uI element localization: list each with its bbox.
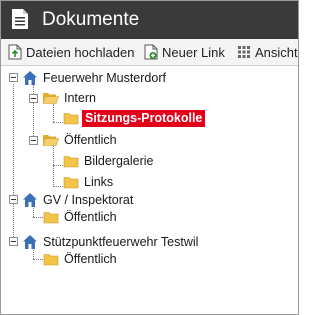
- tree-connector: [33, 259, 43, 260]
- tree-connector: [53, 165, 63, 166]
- upload-file-icon: [8, 44, 22, 60]
- tree-connector: [53, 122, 63, 123]
- new-link-label: Neuer Link: [162, 44, 225, 60]
- tree-folder-bildergalerie[interactable]: Bildergalerie: [63, 152, 155, 170]
- window-title: Dokumente: [42, 9, 140, 30]
- tree-root-feuerwehr-musterdorf[interactable]: Feuerwehr Musterdorf: [22, 69, 168, 87]
- folder-icon: [63, 176, 79, 188]
- tree-folder-links[interactable]: Links: [63, 173, 115, 191]
- documents-window: Dokumente Dateien hochladen Neuer Link A…: [0, 0, 299, 315]
- upload-files-button[interactable]: Dateien hochladen: [8, 43, 134, 61]
- tree-node-label: Öffentlich: [64, 251, 117, 266]
- collapse-toggle[interactable]: [9, 73, 18, 82]
- tree-connector: [53, 145, 54, 187]
- document-tree: Feuerwehr Musterdorf Intern Sitzungs-Pro…: [1, 65, 298, 314]
- tree-node-label: Feuerwehr Musterdorf: [43, 70, 166, 85]
- home-icon: [23, 71, 37, 85]
- tree-folder-oeffentlich[interactable]: Öffentlich: [42, 131, 119, 149]
- home-icon: [23, 193, 37, 207]
- collapse-toggle[interactable]: [9, 195, 18, 204]
- tree-node-label: Öffentlich: [64, 209, 117, 224]
- tree-connector: [13, 84, 14, 239]
- new-link-icon: [144, 44, 158, 60]
- folder-icon: [43, 253, 59, 265]
- document-icon: [12, 9, 28, 29]
- view-button[interactable]: Ansicht: [237, 43, 298, 61]
- tree-node-label-selected: Sitzungs-Protokolle: [82, 109, 206, 127]
- tree-folder-oeffentlich[interactable]: Öffentlich: [43, 208, 119, 226]
- collapse-toggle[interactable]: [29, 136, 38, 145]
- tree-node-label: Stützpunktfeuerwehr Testwil: [43, 234, 199, 249]
- tree-node-label: Öffentlich: [64, 132, 117, 147]
- view-label: Ansicht: [255, 44, 298, 60]
- tree-node-label: Intern: [64, 90, 96, 105]
- collapse-toggle[interactable]: [9, 237, 18, 246]
- tree-node-label: Bildergalerie: [84, 153, 154, 168]
- tree-connector: [33, 217, 43, 218]
- grid-view-icon: [238, 46, 250, 58]
- tree-node-label: GV / Inspektorat: [43, 192, 134, 207]
- folder-open-icon: [42, 93, 59, 104]
- tree-folder-sitzungs-protokolle[interactable]: Sitzungs-Protokolle: [63, 109, 206, 127]
- home-icon: [23, 235, 37, 249]
- folder-open-icon: [42, 135, 59, 146]
- upload-files-label: Dateien hochladen: [26, 44, 135, 60]
- folder-icon: [63, 112, 79, 124]
- new-link-button[interactable]: Neuer Link: [144, 43, 225, 61]
- folder-icon: [63, 155, 79, 167]
- folder-icon: [43, 211, 59, 223]
- title-bar: Dokumente: [1, 1, 298, 39]
- tree-root-stuetzpunktfeuerwehr-testwil[interactable]: Stützpunktfeuerwehr Testwil: [22, 233, 200, 251]
- collapse-toggle[interactable]: [29, 94, 38, 103]
- tree-root-gv-inspektorat[interactable]: GV / Inspektorat: [22, 191, 135, 209]
- tree-connector: [53, 186, 63, 187]
- tree-folder-intern[interactable]: Intern: [42, 89, 98, 107]
- toolbar: Dateien hochladen Neuer Link Ansicht: [1, 39, 298, 66]
- tree-folder-oeffentlich[interactable]: Öffentlich: [43, 250, 119, 268]
- tree-node-label: Links: [84, 174, 114, 189]
